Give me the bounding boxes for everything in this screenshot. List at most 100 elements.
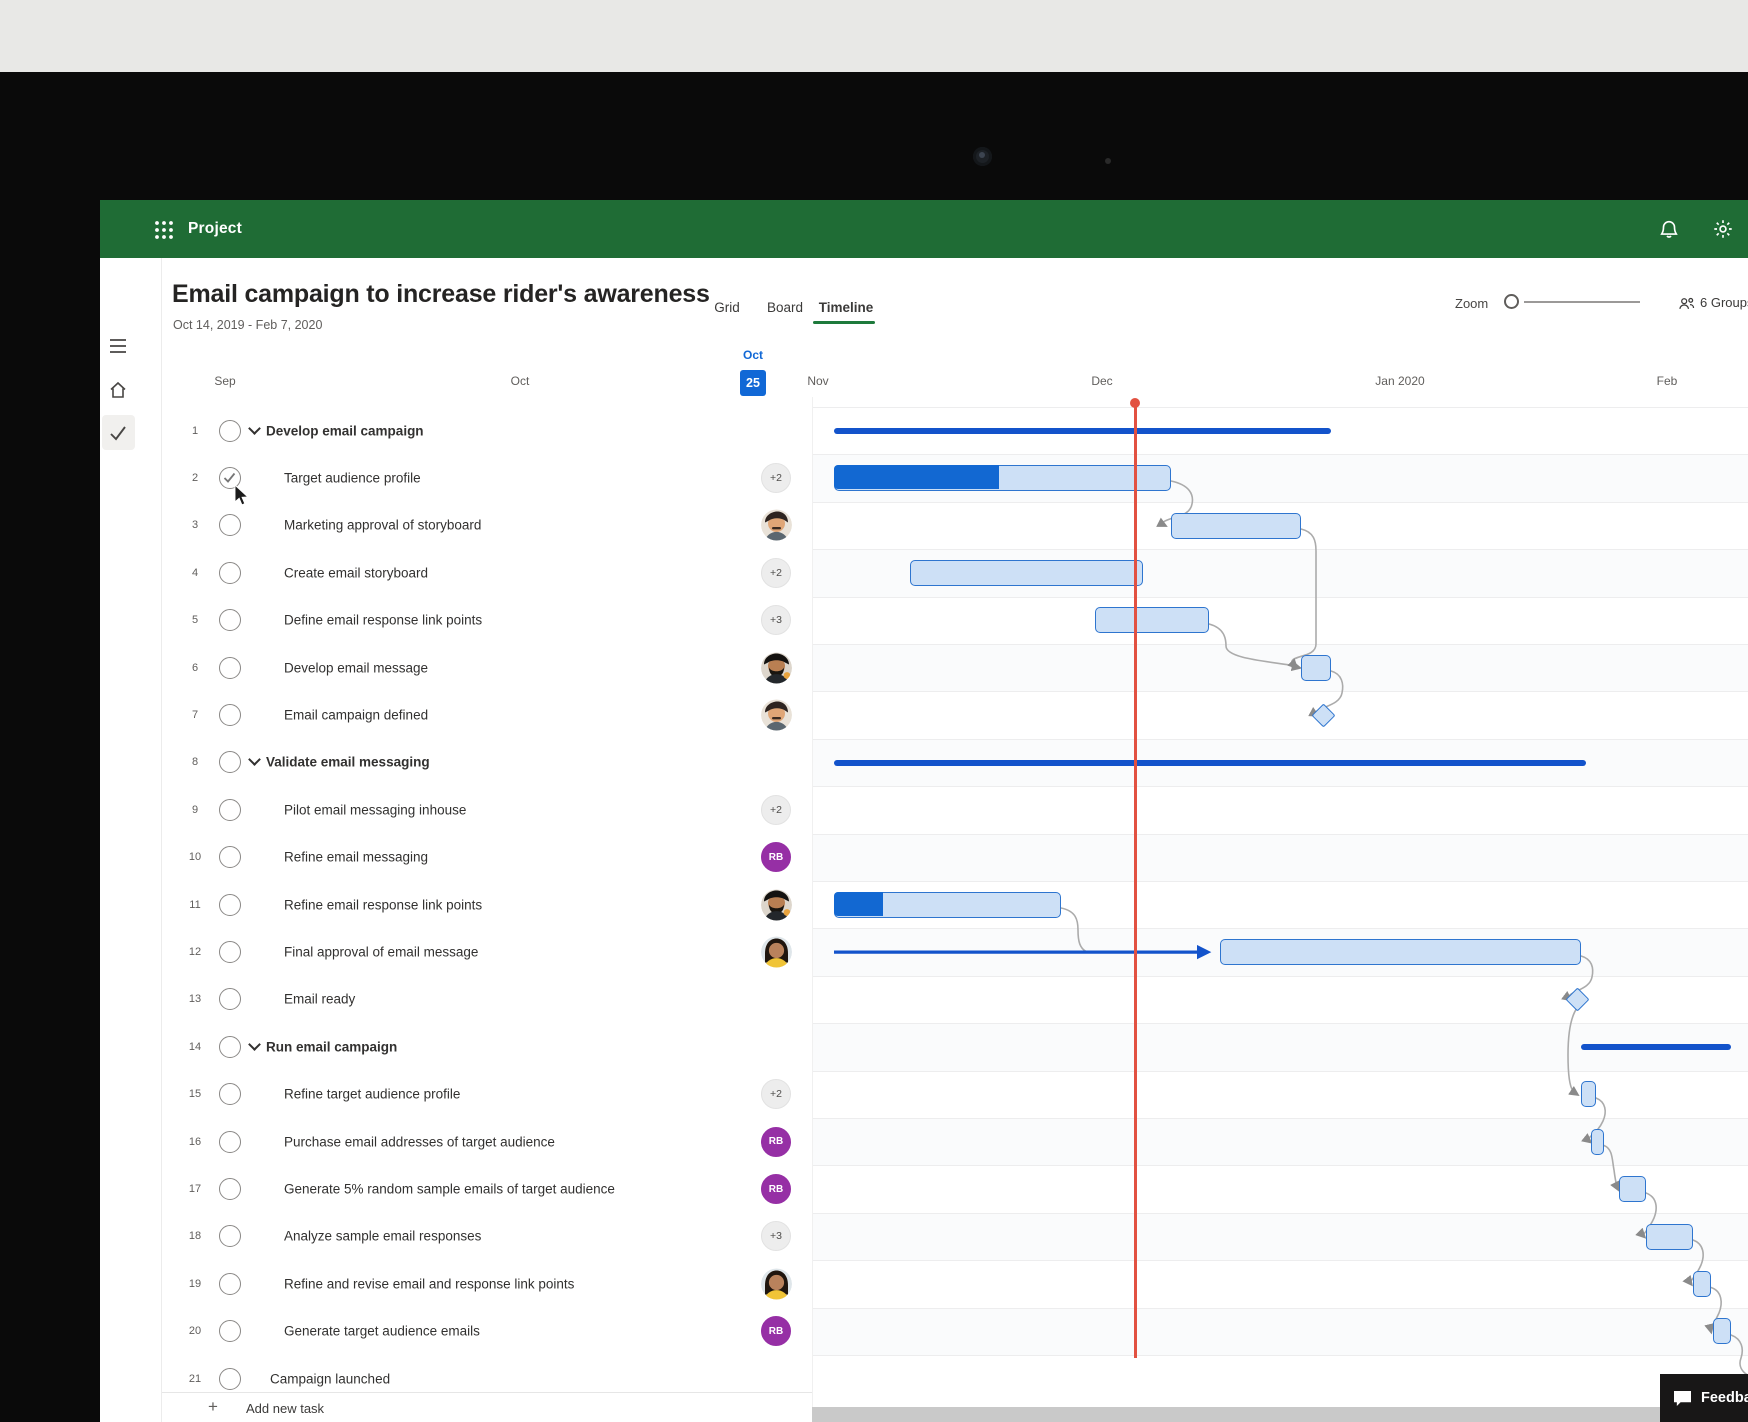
task-complete-circle[interactable] [219, 1130, 241, 1153]
task-row-18[interactable]: 18 Analyze sample email responses +3 [162, 1213, 812, 1260]
gantt-summary-bar-row-1[interactable] [834, 427, 1331, 434]
horizontal-scrollbar-thumb[interactable] [812, 1407, 1660, 1422]
task-complete-circle[interactable] [219, 1225, 241, 1248]
task-row-13[interactable]: 13 Email ready [162, 976, 812, 1023]
task-row-3[interactable]: 3 Marketing approval of storyboard [162, 502, 812, 549]
assignee-initials-badge[interactable]: RB [761, 1126, 791, 1157]
assignee-count-badge[interactable]: +2 [761, 794, 791, 825]
task-row-14[interactable]: 14 Run email campaign [162, 1023, 812, 1070]
gantt-summary-bar-row-14[interactable] [1581, 1043, 1731, 1050]
gantt-task-bar-row-11[interactable] [834, 891, 1061, 918]
assignee-avatar[interactable] [761, 936, 792, 968]
task-complete-circle[interactable] [219, 798, 241, 821]
tasks-check-icon[interactable] [108, 423, 128, 443]
task-name[interactable]: Analyze sample email responses [284, 1229, 481, 1244]
waffle-menu-icon[interactable] [154, 220, 174, 240]
task-name[interactable]: Pilot email messaging inhouse [284, 802, 466, 817]
task-name[interactable]: Purchase email addresses of target audie… [284, 1134, 555, 1149]
gantt-task-bar-row-6[interactable] [1301, 654, 1331, 681]
task-name[interactable]: Refine email response link points [284, 897, 482, 912]
group-by-control[interactable]: 6 Groups [1678, 295, 1748, 311]
assignee-avatar[interactable] [761, 652, 792, 684]
task-row-11[interactable]: 11 Refine email response link points [162, 881, 812, 928]
task-name[interactable]: Validate email messaging [266, 755, 430, 770]
assignee-initials-badge[interactable]: RB [761, 1174, 791, 1205]
chevron-down-icon[interactable] [248, 753, 261, 767]
chevron-down-icon[interactable] [248, 1038, 261, 1051]
task-name[interactable]: Marketing approval of storyboard [284, 518, 481, 533]
tab-timeline[interactable]: Timeline [819, 300, 874, 315]
task-row-7[interactable]: 7 Email campaign defined [162, 691, 812, 738]
assignee-initials-badge[interactable]: RB [761, 1316, 791, 1347]
task-complete-circle[interactable] [219, 656, 241, 679]
tab-board[interactable]: Board [767, 300, 803, 315]
gantt-task-bar-row-18[interactable] [1646, 1223, 1693, 1250]
task-name[interactable]: Email campaign defined [284, 708, 428, 723]
gantt-task-bar-row-20[interactable] [1713, 1318, 1731, 1345]
task-complete-circle[interactable] [219, 1178, 241, 1201]
gantt-task-bar-row-16[interactable] [1591, 1128, 1604, 1155]
gantt-task-bar-row-19[interactable] [1693, 1270, 1711, 1297]
task-complete-circle[interactable] [219, 1035, 241, 1058]
task-name[interactable]: Refine and revise email and response lin… [284, 1276, 574, 1291]
today-date-badge[interactable]: 25 [740, 370, 766, 396]
assignee-count-badge[interactable]: +3 [761, 1221, 791, 1252]
settings-gear-icon[interactable] [1712, 218, 1734, 240]
notifications-bell-icon[interactable] [1658, 218, 1680, 240]
task-complete-circle[interactable] [219, 1367, 241, 1390]
task-name[interactable]: Target audience profile [284, 471, 421, 486]
task-name[interactable]: Run email campaign [266, 1039, 397, 1054]
assignee-count-badge[interactable]: +2 [761, 463, 791, 494]
task-row-2[interactable]: 2 Target audience profile +2 [162, 454, 812, 501]
task-row-16[interactable]: 16 Purchase email addresses of target aud… [162, 1118, 812, 1165]
task-complete-circle[interactable] [219, 988, 241, 1011]
assignee-initials-badge[interactable]: RB [761, 842, 791, 873]
zoom-slider-knob[interactable] [1504, 294, 1519, 309]
task-name[interactable]: Define email response link points [284, 613, 482, 628]
task-complete-circle[interactable] [219, 846, 241, 869]
task-name[interactable]: Email ready [284, 992, 355, 1007]
task-complete-circle[interactable] [219, 609, 241, 632]
task-row-9[interactable]: 9 Pilot email messaging inhouse +2 [162, 786, 812, 833]
gantt-task-bar-row-2[interactable] [834, 465, 1171, 492]
chevron-down-icon[interactable] [248, 421, 261, 435]
add-new-task-row[interactable]: + Add new task [162, 1392, 812, 1422]
gantt-task-bar-row-15[interactable] [1581, 1081, 1596, 1108]
task-row-17[interactable]: 17 Generate 5% random sample emails of ta… [162, 1165, 812, 1212]
task-row-6[interactable]: 6 Develop email message [162, 644, 812, 691]
task-complete-circle[interactable] [219, 704, 241, 727]
task-name[interactable]: Develop email message [284, 660, 428, 675]
task-complete-circle[interactable] [219, 1272, 241, 1295]
assignee-avatar[interactable] [761, 889, 792, 921]
gantt-task-bar-row-3[interactable] [1171, 512, 1301, 539]
task-complete-circle[interactable] [219, 1320, 241, 1343]
feedback-button[interactable]: Feedback [1660, 1374, 1748, 1422]
task-complete-circle[interactable] [219, 893, 241, 916]
gantt-task-bar-row-4[interactable] [910, 559, 1143, 586]
hamburger-menu-icon[interactable] [108, 336, 128, 356]
task-name[interactable]: Refine email messaging [284, 850, 428, 865]
home-icon[interactable] [108, 380, 128, 400]
task-row-15[interactable]: 15 Refine target audience profile +2 [162, 1071, 812, 1118]
task-name[interactable]: Refine target audience profile [284, 1087, 460, 1102]
task-name[interactable]: Final approval of email message [284, 945, 478, 960]
gantt-task-bar-row-12[interactable] [1220, 939, 1581, 966]
task-name[interactable]: Create email storyboard [284, 565, 428, 580]
task-row-12[interactable]: 12 Final approval of email message [162, 928, 812, 975]
task-row-5[interactable]: 5 Define email response link points +3 [162, 597, 812, 644]
task-name[interactable]: Generate 5% random sample emails of targ… [284, 1182, 615, 1197]
task-complete-circle[interactable] [219, 561, 241, 584]
task-complete-circle[interactable] [219, 419, 241, 442]
task-complete-circle[interactable] [219, 941, 241, 964]
gantt-task-bar-row-17[interactable] [1619, 1176, 1646, 1203]
task-name[interactable]: Campaign launched [270, 1371, 390, 1386]
gantt-summary-bar-row-8[interactable] [834, 759, 1586, 766]
assignee-avatar[interactable] [761, 699, 792, 731]
task-row-19[interactable]: 19 Refine and revise email and response l… [162, 1260, 812, 1307]
task-row-10[interactable]: 10 Refine email messaging RB [162, 834, 812, 881]
assignee-avatar[interactable] [761, 509, 792, 541]
assignee-count-badge[interactable]: +3 [761, 605, 791, 636]
tab-grid[interactable]: Grid [714, 300, 740, 315]
task-name[interactable]: Generate target audience emails [284, 1324, 480, 1339]
task-name[interactable]: Develop email campaign [266, 423, 424, 438]
